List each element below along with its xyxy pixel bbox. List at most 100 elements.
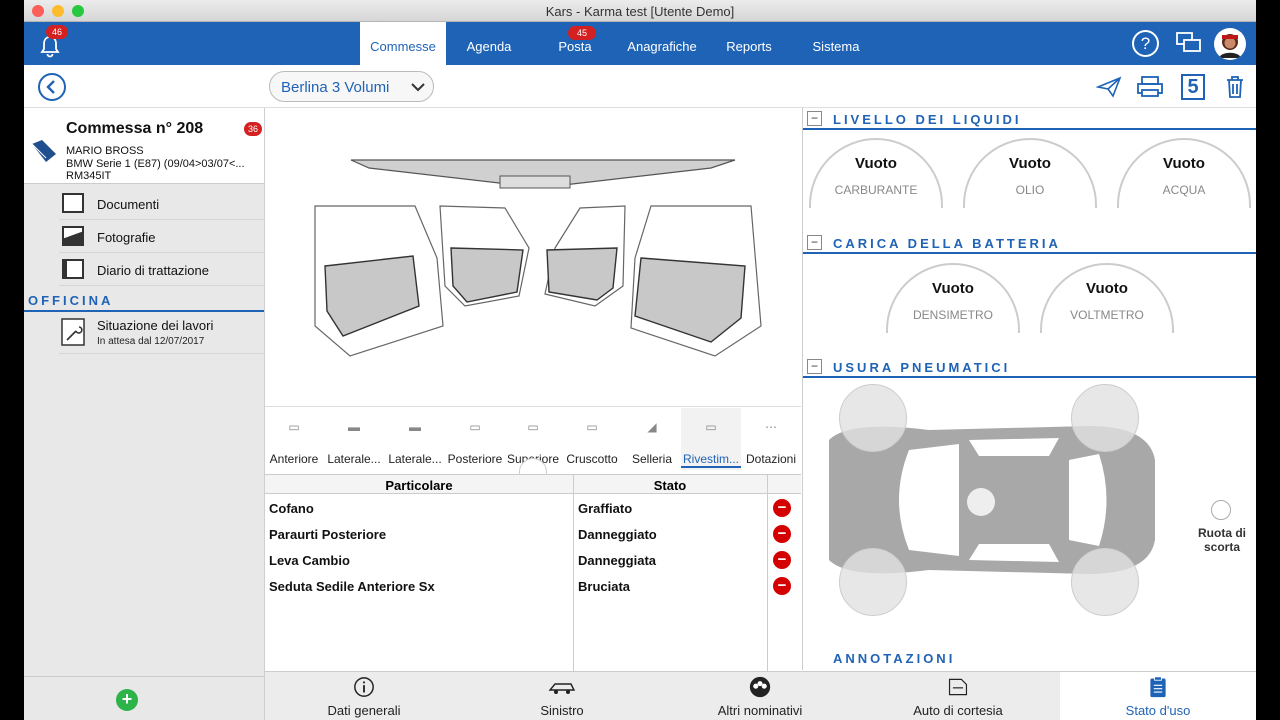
info-icon xyxy=(354,677,374,697)
column-header-particolare[interactable]: Particolare xyxy=(265,478,573,493)
table-row[interactable]: Leva Cambio Danneggiata − xyxy=(265,547,801,573)
tires-section-header: − USURA PNEUMATICI xyxy=(803,356,1256,378)
clipboard-icon xyxy=(1150,676,1166,698)
spare-tire-label: Ruota di scorta xyxy=(1198,526,1246,554)
add-button[interactable]: + xyxy=(116,689,138,711)
car-side-icon: ▬ xyxy=(348,420,360,434)
category-selleria[interactable]: ◢ Selleria xyxy=(623,408,681,470)
trash-icon[interactable] xyxy=(1224,74,1246,100)
vehicle-type-select[interactable]: Berlina 3 Volumi xyxy=(269,71,434,102)
plate-number: RM345IT xyxy=(66,170,112,182)
gauge-carburante[interactable]: Vuoto CARBURANTE xyxy=(809,138,943,208)
notifications-badge: 46 xyxy=(46,25,68,39)
category-anteriore[interactable]: ▭ Anteriore xyxy=(265,408,323,470)
bottom-tab-dati-generali[interactable]: Dati generali xyxy=(265,672,463,720)
avatar[interactable] xyxy=(1214,28,1246,60)
dashboard-icon: ▭ xyxy=(586,420,598,434)
category-rivestimenti[interactable]: ▭ Rivestim... xyxy=(681,408,741,470)
category-label: Anteriore xyxy=(269,452,319,466)
tire-rear-right[interactable] xyxy=(1071,548,1139,616)
spare-tire[interactable] xyxy=(1211,500,1231,520)
remove-row-button[interactable]: − xyxy=(773,551,791,569)
customer-name: MARIO BROSS xyxy=(66,145,144,157)
battery-title: CARICA DELLA BATTERIA xyxy=(833,236,1061,251)
bottom-tab-bar: Dati generali Sinistro Altri nominativi … xyxy=(265,671,1256,720)
collapse-liquids-button[interactable]: − xyxy=(807,111,822,126)
tab-agenda[interactable]: Agenda xyxy=(454,22,524,65)
part-cell: Seduta Sedile Anteriore Sx xyxy=(269,579,435,594)
category-laterale-sx[interactable]: ▬ Laterale... xyxy=(323,408,385,470)
interior-panels-diagram[interactable] xyxy=(295,146,775,366)
window-title: Kars - Karma test [Utente Demo] xyxy=(545,4,735,19)
table-row[interactable]: Seduta Sedile Anteriore Sx Bruciata − xyxy=(265,573,801,599)
sidebar-item-label: Fotografie xyxy=(97,230,156,245)
center-panel: ▭ Anteriore ▬ Laterale... ▬ Laterale... ▭ Po… xyxy=(265,108,801,720)
remove-row-button[interactable]: − xyxy=(773,499,791,517)
liquids-title: LIVELLO DEI LIQUIDI xyxy=(833,112,1022,127)
bottom-tab-altri-nominativi[interactable]: Altri nominativi xyxy=(661,672,859,720)
bottom-tab-label: Auto di cortesia xyxy=(913,703,1003,718)
bottom-tab-sinistro[interactable]: Sinistro xyxy=(463,672,661,720)
order-card[interactable]: Commessa n° 208 36 MARIO BROSS BMW Serie… xyxy=(24,108,264,184)
page-number-button[interactable]: 5 xyxy=(1181,74,1205,100)
table-row[interactable]: Paraurti Posteriore Danneggiato − xyxy=(265,521,801,547)
sidebar-item-situazione[interactable]: Situazione dei lavori In attesa dal 12/0… xyxy=(59,314,265,354)
remove-row-button[interactable]: − xyxy=(773,577,791,595)
tire-front-left[interactable] xyxy=(839,384,907,452)
wrench-icon xyxy=(61,318,85,346)
bottom-tab-stato-uso[interactable]: Stato d'uso xyxy=(1060,672,1256,720)
gauge-voltmetro[interactable]: Vuoto VOLTMETRO xyxy=(1040,263,1174,333)
back-button[interactable] xyxy=(38,73,66,101)
gauge-acqua[interactable]: Vuoto ACQUA xyxy=(1117,138,1251,208)
category-laterale-dx[interactable]: ▬ Laterale... xyxy=(385,408,445,470)
category-cruscotto[interactable]: ▭ Cruscotto xyxy=(561,408,623,470)
category-label: Posteriore xyxy=(447,452,503,466)
sidebar-item-documenti[interactable]: Documenti xyxy=(59,188,265,220)
posta-badge: 45 xyxy=(568,26,596,40)
bottom-tab-label: Sinistro xyxy=(540,703,584,718)
tire-rear-left[interactable] xyxy=(839,548,907,616)
right-panel: − LIVELLO DEI LIQUIDI Vuoto CARBURANTE Vu… xyxy=(802,108,1256,670)
vehicle-type-value: Berlina 3 Volumi xyxy=(281,79,390,96)
send-icon[interactable] xyxy=(1096,76,1122,98)
tire-front-right[interactable] xyxy=(1071,384,1139,452)
top-navigation: 46 Commesse Agenda Posta 45 Anagrafiche … xyxy=(24,22,1256,65)
gauge-label: OLIO xyxy=(1015,183,1045,197)
tab-reports[interactable]: Reports xyxy=(718,22,780,65)
toolbar: Berlina 3 Volumi 5 xyxy=(24,65,1256,108)
category-dotazioni[interactable]: ⋯ Dotazioni xyxy=(741,408,801,470)
table-row[interactable]: Cofano Graffiato − xyxy=(265,495,801,521)
car-front-icon: ▭ xyxy=(288,420,300,434)
gauge-olio[interactable]: Vuoto OLIO xyxy=(963,138,1097,208)
collapse-battery-button[interactable]: − xyxy=(807,235,822,250)
door-panel-icon: ▭ xyxy=(705,420,717,434)
officina-section-header: OFFICINA xyxy=(24,290,264,312)
liquids-section-header: − LIVELLO DEI LIQUIDI xyxy=(803,108,1256,130)
sidebar-item-label: Documenti xyxy=(97,197,160,212)
chat-icon[interactable] xyxy=(1176,31,1202,55)
state-cell: Danneggiato xyxy=(578,527,657,542)
title-bar: Kars - Karma test [Utente Demo] xyxy=(24,0,1256,22)
sidebar-item-fotografie[interactable]: Fotografie xyxy=(59,221,265,253)
print-icon[interactable] xyxy=(1136,75,1164,99)
tab-anagrafiche[interactable]: Anagrafiche xyxy=(620,22,704,65)
tab-sistema[interactable]: Sistema xyxy=(804,22,868,65)
order-folder-icon xyxy=(31,140,56,162)
column-header-stato[interactable]: Stato xyxy=(573,478,767,493)
chevron-down-icon xyxy=(411,83,425,92)
sidebar-item-diario[interactable]: Diario di trattazione xyxy=(59,254,265,286)
gauge-densimetro[interactable]: Vuoto DENSIMETRO xyxy=(886,263,1020,333)
remove-row-button[interactable]: − xyxy=(773,525,791,543)
notes-title: ANNOTAZIONI xyxy=(833,651,956,666)
tab-commesse[interactable]: Commesse xyxy=(360,22,446,65)
help-icon[interactable]: ? xyxy=(1132,30,1159,57)
bottom-tab-label: Dati generali xyxy=(327,703,401,718)
bottom-tab-auto-cortesia[interactable]: Auto di cortesia xyxy=(859,672,1057,720)
category-posteriore[interactable]: ▭ Posteriore xyxy=(445,408,505,470)
gauge-value: Vuoto xyxy=(1086,280,1128,297)
collapse-tires-button[interactable]: − xyxy=(807,359,822,374)
category-label: Laterale... xyxy=(327,452,381,466)
car-rear-icon: ▭ xyxy=(469,420,481,434)
gauge-label: DENSIMETRO xyxy=(912,308,993,322)
officina-label: OFFICINA xyxy=(28,293,114,308)
